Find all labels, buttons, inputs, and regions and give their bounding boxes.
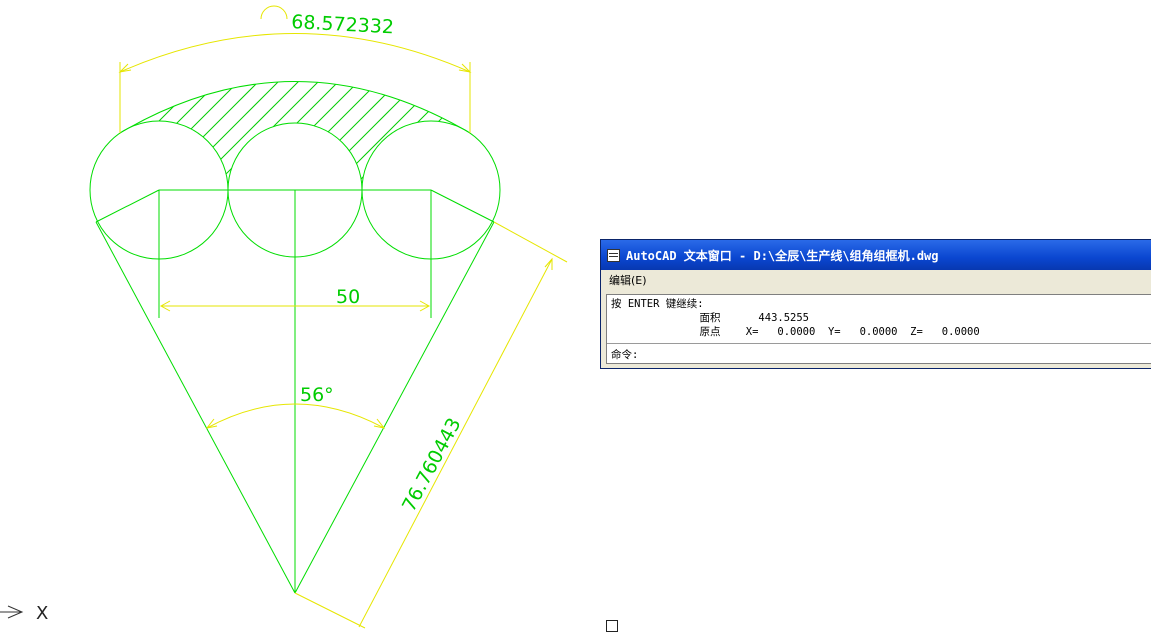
ucs-icon: X xyxy=(0,603,48,624)
menubar: 编辑(E) xyxy=(601,270,1151,290)
command-line[interactable]: 命令: xyxy=(607,343,1151,363)
text-window[interactable]: AutoCAD 文本窗口 - D:\全辰\生产线\组角组框机.dwg 编辑(E)… xyxy=(600,239,1151,369)
output-line: 按 ENTER 键继续: xyxy=(611,298,704,310)
output-line-origin: 原点 X= 0.0000 Y= 0.0000 Z= 0.0000 xyxy=(611,326,980,338)
text-window-titlebar[interactable]: AutoCAD 文本窗口 - D:\全辰\生产线\组角组框机.dwg xyxy=(601,240,1151,270)
arc-length-symbol xyxy=(260,5,288,20)
app-icon[interactable] xyxy=(607,248,620,262)
construction-line xyxy=(95,189,160,223)
construction-line xyxy=(430,189,495,223)
sector-left-edge xyxy=(95,221,296,594)
pickbox-cursor xyxy=(606,620,618,632)
dim-angle-text: 56° xyxy=(300,384,334,406)
menu-edit[interactable]: 编辑(E) xyxy=(609,272,647,288)
dim-width-text: 50 xyxy=(336,286,360,308)
dim-arc-length-text: 68.572332 xyxy=(291,11,395,38)
ucs-x-label: X xyxy=(36,603,48,624)
dim-side-text: 76.760443 xyxy=(398,414,466,515)
command-prompt: 命令: xyxy=(611,349,639,361)
text-window-title: AutoCAD 文本窗口 - D:\全辰\生产线\组角组框机.dwg xyxy=(626,248,939,263)
text-window-output[interactable]: 按 ENTER 键继续: 面积 443.5255 原点 X= 0.0000 Y=… xyxy=(606,294,1151,364)
sector-right-edge xyxy=(294,221,495,594)
dimension-arc-length: 68.572332 xyxy=(118,5,472,133)
output-line-area: 面积 443.5255 xyxy=(611,312,810,324)
